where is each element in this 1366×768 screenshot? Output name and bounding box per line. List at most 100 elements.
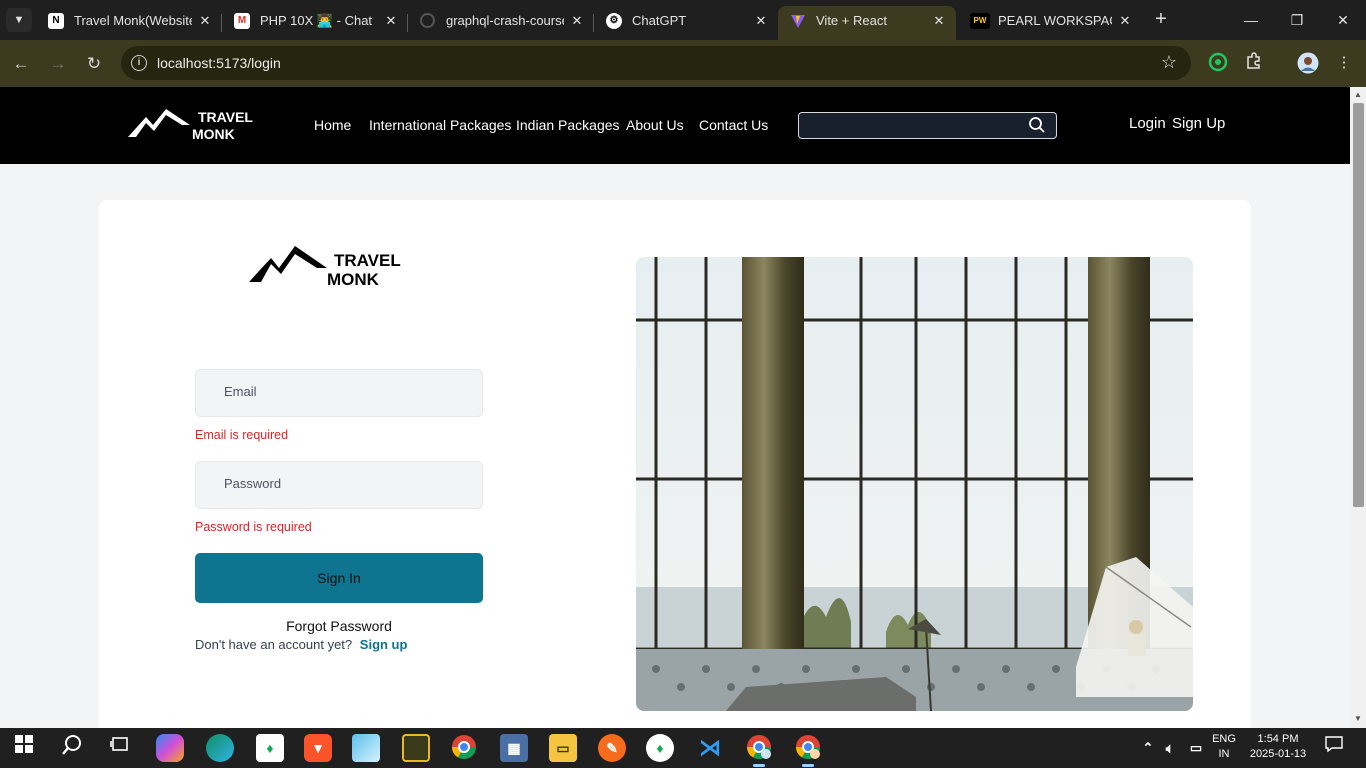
scroll-up-icon[interactable]: ▲ [1353,90,1363,100]
vite-icon [790,13,806,29]
email-field[interactable] [195,369,483,417]
email-input[interactable] [224,384,464,399]
menu-kebab-icon[interactable]: ⋮ [1333,52,1355,74]
notes-app-icon[interactable] [352,734,380,762]
page-viewport: TRAVEL MONK Home International Packages … [0,87,1350,728]
arrow-right-icon: → [49,54,67,73]
calculator-icon[interactable]: ▦ [500,734,528,762]
chrome-icon[interactable] [450,734,478,762]
extensions-puzzle-icon[interactable] [1243,52,1265,74]
browser-tab[interactable]: graphql-crash-course ✕ [408,6,594,40]
mongodb-compass-icon[interactable]: ♦ [646,734,674,762]
forward-button[interactable]: → [46,52,70,76]
reload-button[interactable]: ↻ [82,52,106,76]
new-tab-button[interactable]: + [1150,8,1172,32]
password-field[interactable] [195,461,483,509]
search-input[interactable] [798,112,1057,139]
login-link[interactable]: Login [1129,115,1166,132]
address-bar[interactable]: i localhost:5173/login ☆ [121,46,1191,80]
extension-green-icon[interactable] [1207,52,1229,74]
url-text[interactable]: localhost:5173/login [157,55,281,71]
logo-line2: MONK [192,126,235,142]
signup-link[interactable]: Sign up [360,637,408,652]
windows-start-icon[interactable] [10,734,38,762]
logo-line1: TRAVEL [334,251,401,270]
photo-app-icon[interactable] [402,734,430,762]
password-error: Password is required [195,520,312,534]
logo-line1: TRAVEL [198,109,253,125]
input-language[interactable]: ENG IN [1208,733,1240,760]
close-icon[interactable]: ✕ [570,13,584,29]
browser-tab[interactable]: N Travel Monk(Website ✕ [36,6,222,40]
brave-icon[interactable]: ▼ [304,734,332,762]
site-info-icon[interactable]: i [131,55,147,71]
reload-icon: ↻ [86,54,102,73]
tab-search-button[interactable]: ▼ [6,8,32,32]
close-icon[interactable]: ✕ [384,13,398,29]
close-icon[interactable]: ✕ [754,13,768,29]
chrome-profile-icon[interactable] [794,734,822,767]
vscode-icon[interactable]: ⋊ [696,734,724,762]
nav-link-international-packages[interactable]: International Packages [369,117,511,133]
interior-photo [636,257,1193,711]
chatgpt-icon: ⚙ [606,13,622,29]
tab-title: ChatGPT [632,13,687,28]
notification-icon[interactable] [1320,734,1348,762]
browser-tab-active[interactable]: Vite + React ✕ [778,6,956,40]
clock-date: 2025-01-13 [1249,748,1307,760]
volume-icon[interactable]: 🔈︎ [1156,734,1184,762]
sign-in-button[interactable]: Sign In [195,553,483,603]
mongodb-icon[interactable]: ♦ [256,734,284,762]
file-explorer-icon[interactable]: ▭ [549,734,577,762]
arrow-left-icon: ← [12,54,30,73]
signup-link[interactable]: Sign Up [1172,115,1225,132]
nav-link-contact-us[interactable]: Contact Us [699,117,768,133]
github-icon [420,13,435,28]
copilot-icon[interactable] [156,734,184,762]
search-icon[interactable] [58,734,86,762]
page-scrollbar[interactable]: ▲ ▼ [1350,87,1366,728]
mountain-logo-icon [249,246,327,282]
logo-line2: MONK [327,270,379,289]
chrome-profile-icon[interactable] [745,734,773,767]
browser-tab[interactable]: PW PEARL WORKSPACE | ✕ [960,6,1142,40]
browser-tab[interactable]: ⚙ ChatGPT ✕ [594,6,778,40]
clock[interactable]: 1:54 PM 2025-01-13 [1246,733,1310,760]
browser-toolbar: ← → ↻ i localhost:5173/login ☆ ⋮ [0,40,1366,87]
chevron-down-icon: ▼ [13,14,25,26]
forgot-password-link[interactable]: Forgot Password [195,618,483,634]
nav-link-indian-packages[interactable]: Indian Packages [516,117,620,133]
nav-link-home[interactable]: Home [314,117,351,133]
network-icon[interactable]: ▭ [1182,734,1210,762]
login-card: TRAVEL MONK Email is required Password i… [99,200,1251,728]
bookmark-star-icon[interactable]: ☆ [1161,52,1177,73]
close-icon[interactable]: ✕ [932,13,946,29]
close-icon[interactable]: ✕ [1118,13,1132,29]
site-logo[interactable]: TRAVEL MONK [128,105,258,145]
windows-taskbar: ♦ ▼ ▦ ▭ ✎ ♦ ⋊ ⌃ 🔈︎ ▭ ENG IN 1:54 PM 2025… [0,728,1366,768]
password-input[interactable] [224,476,464,491]
search-icon[interactable] [1028,116,1046,134]
language-line1: ENG [1212,733,1236,745]
notion-icon: N [48,13,64,29]
tab-title: Travel Monk(Website [74,13,192,28]
no-account-text: Don't have an account yet? [195,637,353,652]
restore-button[interactable]: ❐ [1284,8,1310,32]
task-view-icon[interactable] [106,734,134,762]
tab-title: PHP 10X 👨‍💻 - Chat [260,13,373,28]
close-icon[interactable]: ✕ [198,13,212,29]
clock-time: 1:54 PM [1257,733,1299,745]
language-line2: IN [1218,748,1230,760]
nav-link-about-us[interactable]: About Us [626,117,684,133]
browser-tab[interactable]: M PHP 10X 👨‍💻 - Chat ✕ [222,6,408,40]
signup-prompt: Don't have an account yet? Sign up [195,637,407,652]
edge-icon[interactable] [206,734,234,762]
scroll-down-icon[interactable]: ▼ [1353,714,1363,724]
close-window-button[interactable]: ✕ [1330,8,1356,32]
minimize-button[interactable]: — [1238,8,1264,32]
close-icon: ✕ [1337,12,1349,28]
back-button[interactable]: ← [9,52,33,76]
postman-icon[interactable]: ✎ [598,734,626,762]
scrollbar-thumb[interactable] [1353,103,1364,507]
profile-avatar[interactable] [1297,52,1319,74]
